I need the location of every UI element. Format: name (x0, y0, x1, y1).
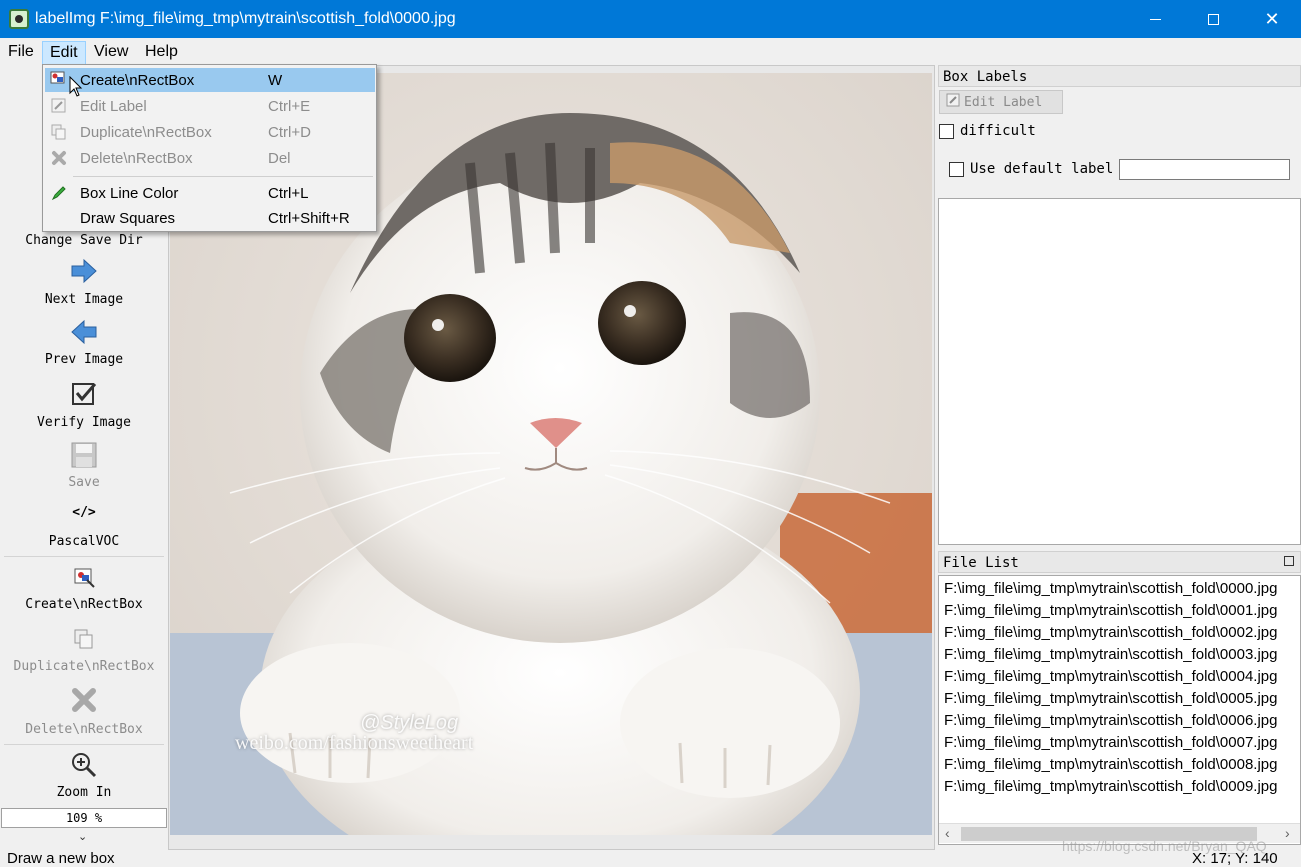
delete-x-icon (50, 149, 68, 167)
menu-create-rectbox[interactable]: Create\nRectBox W (45, 68, 375, 92)
edit-label-icon (50, 97, 68, 115)
file-list-item[interactable]: F:\img_file\img_tmp\mytrain\scottish_fol… (944, 712, 1277, 734)
menu-item-shortcut: Del (268, 150, 291, 167)
create-rectbox-icon (70, 564, 98, 592)
zoom-in-label: Zoom In (56, 785, 112, 800)
minimize-button[interactable] (1126, 0, 1184, 38)
menu-duplicate-rectbox[interactable]: Duplicate\nRectBox Ctrl+D (45, 120, 375, 144)
menu-item-label: Create\nRectBox (80, 72, 195, 89)
menu-edit-label[interactable]: Edit Label Ctrl+E (45, 94, 375, 118)
app-icon (9, 9, 29, 29)
prev-image-label: Prev Image (44, 352, 124, 367)
minimize-icon (1149, 18, 1161, 20)
delete-x-icon (70, 686, 98, 714)
edit-label-icon (946, 93, 960, 111)
default-label-input[interactable] (1119, 159, 1290, 180)
file-list-title-text: File List (943, 555, 1019, 571)
close-button[interactable]: ✕ (1243, 0, 1301, 38)
menu-help[interactable]: Help (138, 41, 185, 65)
pencil-icon (50, 184, 68, 202)
maximize-icon (1207, 13, 1219, 25)
difficult-checkbox[interactable] (939, 124, 954, 139)
menu-item-label: Edit Label (80, 98, 147, 115)
create-rectbox-icon (50, 71, 68, 89)
scroll-right-icon[interactable]: › (1285, 825, 1290, 841)
menu-item-shortcut: W (268, 72, 283, 89)
menu-item-label: Duplicate\nRectBox (80, 124, 212, 141)
change-save-dir-label: Change Save Dir (25, 233, 143, 248)
edit-menu-dropdown: Create\nRectBox W Edit Label Ctrl+E Dupl… (42, 64, 377, 232)
box-labels-panel-title: Box Labels (938, 65, 1301, 87)
difficult-label: difficult (960, 123, 1036, 139)
duplicate-icon (50, 123, 68, 141)
menu-view[interactable]: View (87, 41, 135, 65)
format-label: PascalVOC (48, 534, 120, 549)
menu-item-shortcut: Ctrl+L (268, 185, 309, 202)
save-label: Save (68, 475, 100, 490)
file-list-item[interactable]: F:\img_file\img_tmp\mytrain\scottish_fol… (944, 668, 1277, 690)
use-default-label-label: Use default label (970, 161, 1114, 177)
file-list-item[interactable]: F:\img_file\img_tmp\mytrain\scottish_fol… (944, 778, 1277, 800)
status-message: Draw a new box (7, 850, 115, 867)
file-list-item[interactable]: F:\img_file\img_tmp\mytrain\scottish_fol… (944, 602, 1277, 624)
photo-watermark-url: weibo.com/fashionsweetheart (235, 732, 474, 754)
file-list-item[interactable]: F:\img_file\img_tmp\mytrain\scottish_fol… (944, 580, 1277, 602)
file-list-item[interactable]: F:\img_file\img_tmp\mytrain\scottish_fol… (944, 624, 1277, 646)
zoom-in-icon (70, 751, 98, 779)
menu-edit[interactable]: Edit (42, 41, 86, 65)
arrow-right-icon (70, 257, 98, 285)
menu-item-label: Draw Squares (80, 210, 176, 227)
create-rectbox-label: Create\nRectBox (25, 597, 143, 612)
arrow-left-icon (70, 318, 98, 346)
menu-separator (73, 176, 373, 177)
delete-rectbox-label: Delete\nRectBox (25, 722, 143, 737)
file-list[interactable]: F:\img_file\img_tmp\mytrain\scottish_fol… (938, 575, 1301, 845)
maximize-button[interactable] (1184, 0, 1242, 38)
verify-image-label: Verify Image (37, 415, 131, 430)
zoom-value-spinbox[interactable]: 109 % (1, 808, 167, 828)
menu-item-shortcut: Ctrl+E (268, 98, 311, 115)
file-list-panel-title: File List (938, 551, 1301, 573)
duplicate-icon (70, 625, 98, 653)
file-list-item[interactable]: F:\img_file\img_tmp\mytrain\scottish_fol… (944, 690, 1277, 712)
toolbar-extension-icon[interactable]: ⌄ (78, 830, 87, 843)
edit-label-button-text: Edit Label (964, 94, 1043, 110)
window-title: labelImg F:\img_file\img_tmp\mytrain\sco… (35, 10, 456, 27)
float-panel-icon[interactable] (1284, 556, 1294, 566)
duplicate-rectbox-label: Duplicate\nRectBox (13, 659, 155, 674)
menu-item-label: Box Line Color (80, 185, 179, 202)
file-list-item[interactable]: F:\img_file\img_tmp\mytrain\scottish_fol… (944, 756, 1277, 778)
menu-draw-squares[interactable]: Draw Squares Ctrl+Shift+R (45, 206, 375, 230)
use-default-label-checkbox[interactable] (949, 162, 964, 177)
menu-item-shortcut: Ctrl+Shift+R (268, 210, 350, 227)
close-icon: ✕ (1264, 8, 1280, 29)
menu-file[interactable]: File (1, 41, 41, 65)
checkbox-check-icon (70, 380, 98, 408)
menu-bar: File Edit View Help (0, 38, 1301, 65)
menu-item-label: Delete\nRectBox (80, 150, 193, 167)
mouse-cursor-icon (69, 75, 83, 102)
file-list-item[interactable]: F:\img_file\img_tmp\mytrain\scottish_fol… (944, 646, 1277, 668)
code-icon: </> (72, 505, 96, 520)
next-image-label: Next Image (44, 292, 124, 307)
label-list[interactable] (938, 198, 1301, 545)
page-watermark: https://blog.csdn.net/Bryan_QAQ (1062, 838, 1267, 854)
scroll-left-icon[interactable]: ‹ (945, 825, 950, 841)
toolbar-separator (4, 744, 164, 745)
title-bar: labelImg F:\img_file\img_tmp\mytrain\sco… (0, 0, 1301, 38)
edit-label-button[interactable]: Edit Label (939, 90, 1063, 114)
file-list-item[interactable]: F:\img_file\img_tmp\mytrain\scottish_fol… (944, 734, 1277, 756)
menu-delete-rectbox[interactable]: Delete\nRectBox Del (45, 146, 375, 170)
menu-box-line-color[interactable]: Box Line Color Ctrl+L (45, 181, 375, 205)
toolbar-separator (4, 556, 164, 557)
floppy-disk-icon (70, 441, 98, 469)
menu-item-shortcut: Ctrl+D (268, 124, 311, 141)
